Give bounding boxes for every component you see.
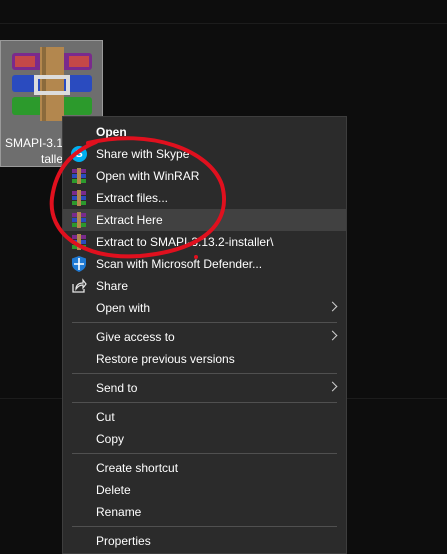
menu-item-label: Scan with Microsoft Defender...	[96, 257, 263, 271]
menu-item-send-to[interactable]: Send to	[63, 377, 346, 399]
winrar-icon	[72, 168, 86, 184]
chevron-right-icon	[327, 301, 338, 312]
menu-item-extract-files[interactable]: Extract files...	[63, 187, 346, 209]
menu-item-label: Send to	[96, 381, 138, 395]
file-name-label-line2: talle	[40, 152, 63, 166]
menu-item-label: Cut	[96, 410, 115, 424]
menu-item-extract-to-folder[interactable]: Extract to SMAPI-3.13.2-installer\	[63, 231, 346, 253]
menu-separator	[72, 402, 337, 403]
menu-item-label: Open	[96, 125, 127, 139]
context-menu: Open S Share with Skype Open with WinRAR…	[62, 116, 347, 554]
winrar-icon	[72, 234, 86, 250]
menu-item-label: Restore previous versions	[96, 352, 235, 366]
winrar-archive-icon	[12, 47, 92, 121]
menu-item-share-with-skype[interactable]: S Share with Skype	[63, 143, 346, 165]
menu-separator	[72, 453, 337, 454]
menu-item-label: Open with WinRAR	[96, 169, 200, 183]
menu-item-label: Share	[96, 279, 129, 293]
menu-item-create-shortcut[interactable]: Create shortcut	[63, 457, 346, 479]
menu-item-open-with-winrar[interactable]: Open with WinRAR	[63, 165, 346, 187]
menu-item-share[interactable]: Share	[63, 275, 346, 297]
menu-item-label: Delete	[96, 483, 131, 497]
menu-separator	[72, 526, 337, 527]
menu-separator	[72, 373, 337, 374]
menu-item-rename[interactable]: Rename	[63, 501, 346, 523]
chevron-right-icon	[327, 381, 338, 392]
menu-item-label: Create shortcut	[96, 461, 179, 475]
menu-separator	[72, 322, 337, 323]
winrar-icon	[72, 190, 86, 206]
share-icon	[72, 278, 87, 293]
defender-shield-icon	[72, 256, 86, 272]
menu-item-open-with[interactable]: Open with	[63, 297, 346, 319]
winrar-icon	[72, 212, 86, 228]
menu-item-open[interactable]: Open	[63, 121, 346, 143]
menu-item-label: Share with Skype	[96, 147, 190, 161]
menu-item-scan-defender[interactable]: Scan with Microsoft Defender...	[63, 253, 346, 275]
menu-item-label: Properties	[96, 534, 151, 548]
chevron-right-icon	[327, 330, 338, 341]
menu-item-label: Extract Here	[96, 213, 163, 227]
menu-item-label: Open with	[96, 301, 151, 315]
menu-item-label: Extract files...	[96, 191, 169, 205]
skype-icon: S	[71, 146, 87, 162]
menu-item-cut[interactable]: Cut	[63, 406, 346, 428]
menu-item-delete[interactable]: Delete	[63, 479, 346, 501]
menu-item-label: Rename	[96, 505, 142, 519]
menu-item-label: Give access to	[96, 330, 175, 344]
desktop-divider	[0, 23, 447, 24]
menu-item-extract-here[interactable]: Extract Here	[63, 209, 346, 231]
file-name-label: SMAPI-3.1	[4, 136, 63, 150]
menu-item-label: Extract to SMAPI-3.13.2-installer\	[96, 235, 274, 249]
menu-item-properties[interactable]: Properties	[63, 530, 346, 552]
menu-item-restore-previous-versions[interactable]: Restore previous versions	[63, 348, 346, 370]
menu-item-copy[interactable]: Copy	[63, 428, 346, 450]
menu-item-label: Copy	[96, 432, 125, 446]
menu-item-give-access-to[interactable]: Give access to	[63, 326, 346, 348]
